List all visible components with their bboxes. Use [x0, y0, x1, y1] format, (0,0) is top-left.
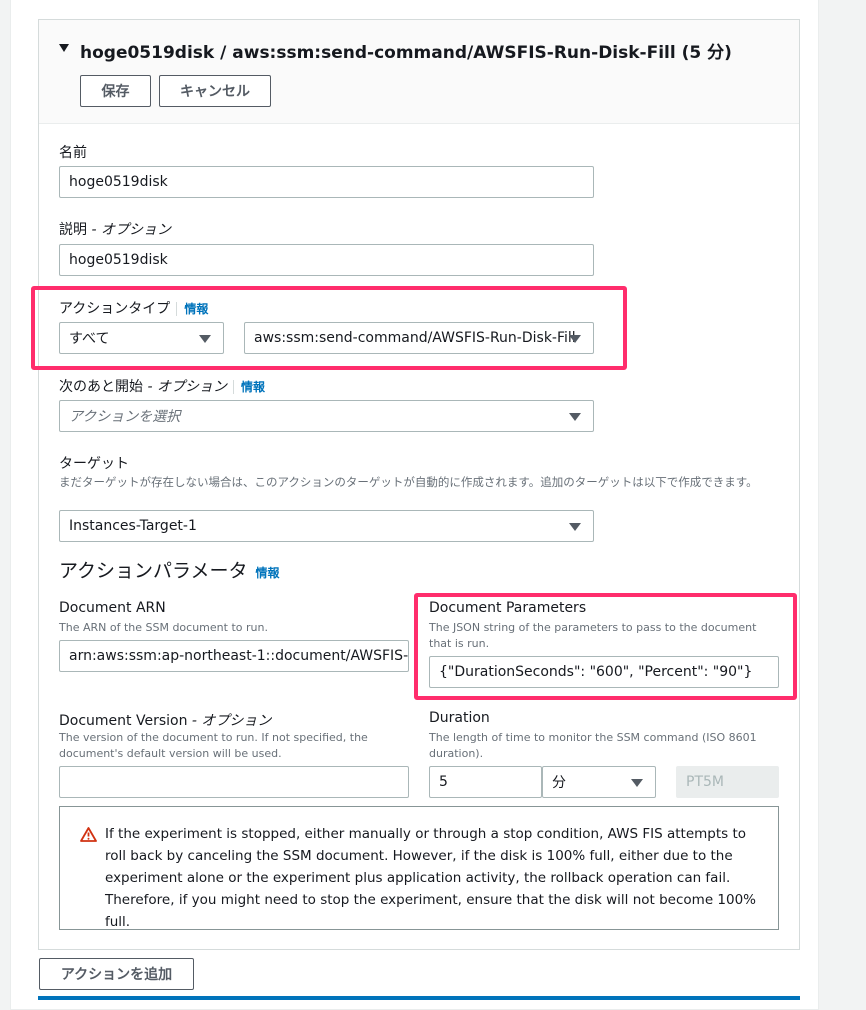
action-title: hoge0519disk / aws:ssm:send-command/AWSF…: [80, 43, 732, 63]
chevron-down-icon: [569, 523, 581, 531]
warning-icon: [80, 827, 97, 846]
optional-suffix: - オプション: [187, 713, 272, 729]
document-version-description: The version of the document to run. If n…: [59, 731, 368, 760]
next-section-border: [38, 996, 800, 1000]
document-version-label-text: Document Version: [59, 713, 188, 729]
highlight-box-action-type: [31, 286, 627, 370]
document-arn-label: Document ARN: [59, 600, 166, 616]
description-value: hoge0519disk: [69, 252, 168, 268]
warning-alert-text: If the experiment is stopped, either man…: [105, 826, 757, 930]
duration-value: 5: [439, 774, 448, 790]
duration-unit-value: 分: [552, 775, 566, 791]
target-select[interactable]: Instances-Target-1: [59, 510, 594, 542]
optional-suffix: - オプション: [143, 379, 227, 395]
description-label: 説明 - オプション: [59, 219, 171, 239]
document-arn-input[interactable]: arn:aws:ssm:ap-northeast-1::document/AWS…: [59, 640, 409, 672]
add-action-button[interactable]: アクションを追加: [39, 958, 194, 990]
cancel-button[interactable]: キャンセル: [159, 75, 271, 107]
document-version-label: Document Version - オプション: [59, 710, 271, 730]
target-label: ターゲット: [59, 456, 129, 472]
optional-suffix: - オプション: [87, 222, 171, 238]
start-after-placeholder: アクションを選択: [69, 409, 181, 425]
description-label-text: 説明: [59, 222, 87, 238]
action-parameters-info-link[interactable]: 情報: [255, 566, 279, 580]
target-description: まだターゲットが存在しない場合は、このアクションのターゲットが自動的に作成されま…: [59, 475, 758, 489]
duration-unit-select[interactable]: 分: [542, 766, 656, 798]
chevron-down-icon: [569, 413, 581, 421]
start-after-label-text: 次のあと開始: [59, 379, 143, 395]
name-input[interactable]: hoge0519disk: [59, 166, 594, 198]
duration-label: Duration: [429, 710, 490, 726]
duration-value-input[interactable]: 5: [429, 766, 542, 798]
target-value: Instances-Target-1: [69, 518, 197, 534]
duration-description: The length of time to monitor the SSM co…: [429, 731, 757, 760]
chevron-down-icon: [631, 779, 643, 787]
save-button[interactable]: 保存: [80, 75, 151, 107]
start-after-info-link[interactable]: 情報: [232, 380, 265, 394]
highlight-box-document-parameters: [414, 593, 797, 700]
action-header: hoge0519disk / aws:ssm:send-command/AWSF…: [39, 20, 799, 124]
action-parameters-heading: アクションパラメータ 情報: [59, 556, 280, 583]
start-after-select[interactable]: アクションを選択: [59, 400, 594, 432]
document-arn-value: arn:aws:ssm:ap-northeast-1::document/AWS…: [69, 648, 409, 664]
duration-iso-field: PT5M: [676, 766, 779, 798]
collapse-caret-icon[interactable]: [59, 44, 69, 52]
duration-iso-value: PT5M: [686, 774, 724, 790]
name-value: hoge0519disk: [69, 174, 168, 190]
start-after-label: 次のあと開始 - オプション 情報: [59, 376, 265, 396]
action-parameters-title: アクションパラメータ: [59, 560, 248, 582]
document-arn-description: The ARN of the SSM document to run.: [59, 621, 268, 634]
name-label: 名前: [59, 145, 87, 161]
document-version-input[interactable]: [59, 766, 409, 798]
warning-alert: If the experiment is stopped, either man…: [59, 806, 779, 930]
description-input[interactable]: hoge0519disk: [59, 244, 594, 276]
